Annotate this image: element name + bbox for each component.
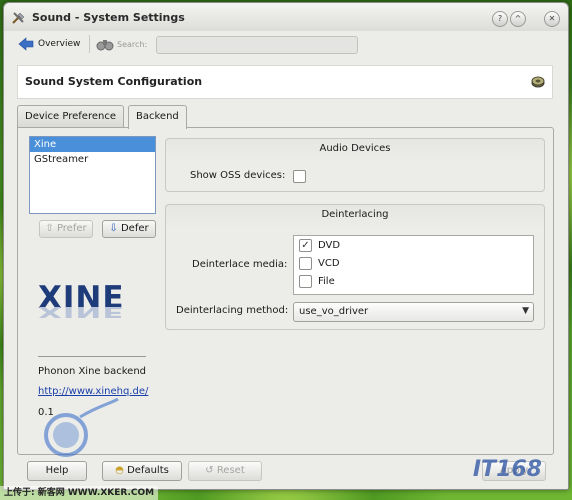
media-option-dvd[interactable]: ✓ DVD [299,238,340,252]
backend-item-xine[interactable]: Xine [30,137,155,152]
defer-button[interactable]: ⇩ Defer [102,220,156,238]
media-option-file[interactable]: File [299,274,335,288]
deinterlace-media-label: Deinterlace media: [192,259,288,270]
speaker-icon [531,76,545,88]
vcd-label: VCD [318,257,340,269]
chevron-down-icon: ▼ [522,306,529,316]
tab-device-preference-label: Device Preference [25,111,116,122]
dvd-checkbox[interactable]: ✓ [299,238,312,252]
watermark-it168: IT168 [472,457,542,482]
file-label: File [318,275,335,287]
window-title: Sound - System Settings [32,11,185,24]
show-oss-checkbox[interactable] [293,170,306,183]
toolbar-separator [89,35,90,53]
media-option-vcd[interactable]: VCD [299,256,340,270]
audio-devices-group: Audio Devices Show OSS devices: [165,138,545,192]
xine-logo: XINE XINE [38,280,125,322]
defer-label: Defer [120,223,149,234]
help-icon[interactable]: ? [492,11,508,27]
prefer-label: Prefer [56,223,87,234]
backend-info-separator [38,356,146,357]
vcd-checkbox[interactable] [299,256,312,270]
search-label: Search: [117,40,148,49]
prefer-button[interactable]: ⇧ Prefer [39,220,93,238]
audio-devices-title: Audio Devices [319,143,391,154]
reset-label: Reset [216,465,245,476]
defaults-label: Defaults [127,465,169,476]
tab-backend[interactable]: Backend [128,105,187,129]
deinterlacing-method-value: use_vo_driver [299,306,369,317]
tools-icon [12,12,25,24]
binoculars-icon [96,40,114,51]
deinterlacing-method-label: Deinterlacing method: [176,305,289,316]
overview-label: Overview [38,39,81,49]
down-arrow-icon: ⇩ [109,223,118,234]
tab-device-preference[interactable]: Device Preference [17,105,124,128]
deinterlace-media-list[interactable]: ✓ DVD VCD File [293,235,534,295]
backend-name: Phonon Xine backend [38,366,147,377]
watermark-seal [44,397,119,457]
title-bar[interactable]: Sound - System Settings ? ^ ✕ [4,3,568,31]
backend-list[interactable]: Xine GStreamer [29,136,156,214]
page-title: Sound System Configuration [25,75,203,88]
deinterlacing-group: Deinterlacing Deinterlace media: ✓ DVD V… [165,204,545,330]
tab-backend-label: Backend [136,111,179,122]
deinterlacing-title: Deinterlacing [321,209,389,220]
watermark-upload-text: 上传于: 新客网 WWW.XKER.COM [0,486,159,500]
show-oss-label: Show OSS devices: [190,170,286,181]
reset-button[interactable]: ↺ Reset [188,461,262,481]
dvd-label: DVD [318,239,341,251]
xine-logo-reflection: XINE [38,303,125,321]
overview-button[interactable]: Overview [18,36,80,52]
file-checkbox[interactable] [299,274,312,288]
page-header: Sound System Configuration [17,65,553,99]
toolbar: Overview Search: [4,31,568,55]
deinterlacing-method-select[interactable]: use_vo_driver ▼ [293,302,534,322]
up-arrow-icon: ⇧ [45,223,54,234]
close-icon[interactable]: ✕ [544,11,560,27]
reset-icon: ↺ [205,465,214,476]
minimize-icon[interactable]: ^ [510,11,526,27]
search-input[interactable] [156,36,358,54]
back-arrow-icon [18,37,34,51]
backend-item-gstreamer[interactable]: GStreamer [30,152,155,167]
